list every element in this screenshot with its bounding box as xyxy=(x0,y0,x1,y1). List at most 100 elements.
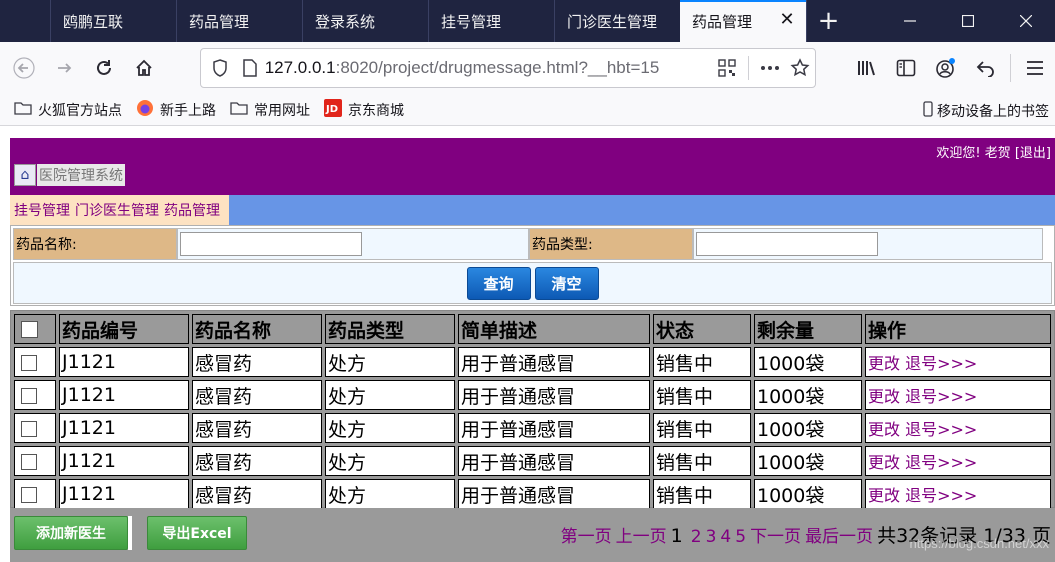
drug-stock-cell: 1000袋 xyxy=(754,380,862,410)
watermark-text: https://blog.csdn.net/xxx xyxy=(909,536,1049,551)
drug-stock-cell: 1000袋 xyxy=(754,413,862,443)
drug-name-cell: 感冒药 xyxy=(192,479,322,509)
row-checkbox[interactable] xyxy=(21,354,37,371)
clear-button[interactable]: 清空 xyxy=(534,266,599,300)
current-page: 1 xyxy=(670,525,683,547)
page-link[interactable]: 5 xyxy=(735,527,746,547)
refund-link[interactable]: 退号>>> xyxy=(905,354,977,373)
drug-desc-cell: 用于普通感冒 xyxy=(458,479,650,509)
table-row: J1121 感冒药 处方 用于普通感冒 销售中 1000袋 更改 退号>>> xyxy=(14,413,1051,443)
bookmark-star-icon[interactable] xyxy=(785,53,815,83)
browser-tab-strip: 鸥鹏互联 药品管理 登录系统 挂号管理 门诊医生管理 药品管理 ✕ + xyxy=(0,0,1055,42)
prev-page-link[interactable]: 上一页 xyxy=(616,522,667,547)
home-icon[interactable] xyxy=(124,48,164,88)
new-tab-button[interactable]: + xyxy=(806,0,850,42)
row-checkbox[interactable] xyxy=(21,486,37,503)
sidebar-icon[interactable] xyxy=(886,48,926,88)
reload-icon[interactable] xyxy=(84,48,124,88)
maximize-icon[interactable] xyxy=(939,0,997,42)
url-bar[interactable]: 127.0.0.1:8020/project/drugmessage.html?… xyxy=(200,48,816,88)
first-page-link[interactable]: 第一页 xyxy=(561,522,612,547)
bookmark-item[interactable]: 新手上路 xyxy=(136,99,216,121)
bookmark-item[interactable]: JD 京东商城 xyxy=(324,98,404,121)
close-tab-icon[interactable]: ✕ xyxy=(778,11,796,29)
folder-icon xyxy=(230,101,248,119)
page-link[interactable]: 4 xyxy=(720,527,731,547)
refund-link[interactable]: 退号>>> xyxy=(905,420,977,439)
export-excel-button[interactable]: 导出Excel xyxy=(147,516,247,550)
browser-tab[interactable]: 门诊医生管理 xyxy=(554,0,680,42)
folder-icon xyxy=(14,101,32,119)
library-icon[interactable] xyxy=(846,48,886,88)
jd-icon: JD xyxy=(324,98,342,121)
edit-link[interactable]: 更改 xyxy=(868,420,900,439)
browser-tab[interactable]: 登录系统 xyxy=(302,0,428,42)
qr-code-icon[interactable] xyxy=(712,53,742,83)
account-icon[interactable] xyxy=(926,48,966,88)
table-row: J1121 感冒药 处方 用于普通感冒 销售中 1000袋 更改 退号>>> xyxy=(14,347,1051,377)
shield-icon[interactable] xyxy=(205,53,235,83)
back-arrow-icon[interactable] xyxy=(4,48,44,88)
table-row: J1121 感冒药 处方 用于普通感冒 销售中 1000袋 更改 退号>>> xyxy=(14,479,1051,509)
row-checkbox[interactable] xyxy=(21,420,37,437)
logout-link[interactable]: [退出] xyxy=(1015,146,1051,161)
refund-link[interactable]: 退号>>> xyxy=(905,453,977,472)
tab-label: 登录系统 xyxy=(315,12,376,31)
edit-link[interactable]: 更改 xyxy=(868,354,900,373)
more-actions-icon[interactable] xyxy=(755,53,785,83)
bookmark-item[interactable]: 常用网址 xyxy=(230,100,310,120)
ops-cell: 更改 退号>>> xyxy=(865,413,1051,443)
edit-link[interactable]: 更改 xyxy=(868,387,900,406)
page-link[interactable]: 3 xyxy=(706,527,717,547)
drug-type-input[interactable] xyxy=(696,232,878,256)
column-header: 状态 xyxy=(653,314,751,344)
drug-name-cell: 感冒药 xyxy=(192,347,322,377)
hamburger-menu-icon[interactable] xyxy=(1015,48,1055,88)
drug-desc-cell: 用于普通感冒 xyxy=(458,380,650,410)
edit-link[interactable]: 更改 xyxy=(868,453,900,472)
refund-link[interactable]: 退号>>> xyxy=(905,486,977,505)
refund-link[interactable]: 退号>>> xyxy=(905,387,977,406)
page-link[interactable]: 2 xyxy=(691,527,702,547)
drug-desc-cell: 用于普通感冒 xyxy=(458,413,650,443)
query-button[interactable]: 查询 xyxy=(466,266,531,300)
undo-icon[interactable] xyxy=(966,48,1006,88)
drug-stock-cell: 1000袋 xyxy=(754,479,862,509)
firefox-icon xyxy=(136,99,154,121)
bookmark-label: 常用网址 xyxy=(254,102,310,119)
table-footer: 添加新医生 导出Excel 第一页 上一页 1 2 3 4 5 下一页 最后一页… xyxy=(10,508,1055,562)
add-doctor-button[interactable]: 添加新医生 xyxy=(14,516,128,550)
menu-item-doctors[interactable]: 门诊医生管理 xyxy=(75,200,159,220)
search-panel: 药品名称: 药品类型: 查询 清空 xyxy=(10,225,1055,306)
menu-item-registration[interactable]: 挂号管理 xyxy=(14,200,70,220)
browser-tab-active[interactable]: 药品管理 ✕ xyxy=(680,0,806,42)
tab-label: 鸥鹏互联 xyxy=(63,12,124,31)
drug-type-label: 药品类型: xyxy=(529,228,693,260)
last-page-link[interactable]: 最后一页 xyxy=(805,522,873,547)
page-icon[interactable] xyxy=(235,53,265,83)
row-checkbox[interactable] xyxy=(21,453,37,470)
bookmark-item[interactable]: 火狐官方站点 xyxy=(14,100,122,120)
button-divider xyxy=(128,516,132,550)
url-text[interactable]: 127.0.0.1:8020/project/drugmessage.html?… xyxy=(265,58,713,78)
browser-tab[interactable]: 挂号管理 xyxy=(428,0,554,42)
mobile-device-icon xyxy=(923,101,933,121)
next-page-link[interactable]: 下一页 xyxy=(750,522,801,547)
drug-name-input[interactable] xyxy=(180,232,362,256)
edit-link[interactable]: 更改 xyxy=(868,486,900,505)
row-select-cell xyxy=(14,413,56,443)
browser-tab[interactable]: 药品管理 xyxy=(176,0,302,42)
minimize-icon[interactable] xyxy=(881,0,939,42)
close-window-icon[interactable] xyxy=(997,0,1055,42)
menu-item-drugs[interactable]: 药品管理 xyxy=(164,200,220,220)
mobile-bookmarks[interactable]: 移动设备上的书签 xyxy=(923,101,1049,121)
select-all-checkbox[interactable] xyxy=(21,321,38,338)
drug-id-cell: J1121 xyxy=(59,347,189,377)
drug-table: 药品编号 药品名称 药品类型 简单描述 状态 剩余量 操作 J1121 感冒药 … xyxy=(11,311,1054,512)
drug-type-cell: 处方 xyxy=(325,380,455,410)
home-icon[interactable]: ⌂ xyxy=(14,164,36,186)
browser-tab[interactable]: 鸥鹏互联 xyxy=(50,0,176,42)
tab-label: 挂号管理 xyxy=(441,12,502,31)
forward-arrow-icon[interactable] xyxy=(44,48,84,88)
row-checkbox[interactable] xyxy=(21,387,37,404)
